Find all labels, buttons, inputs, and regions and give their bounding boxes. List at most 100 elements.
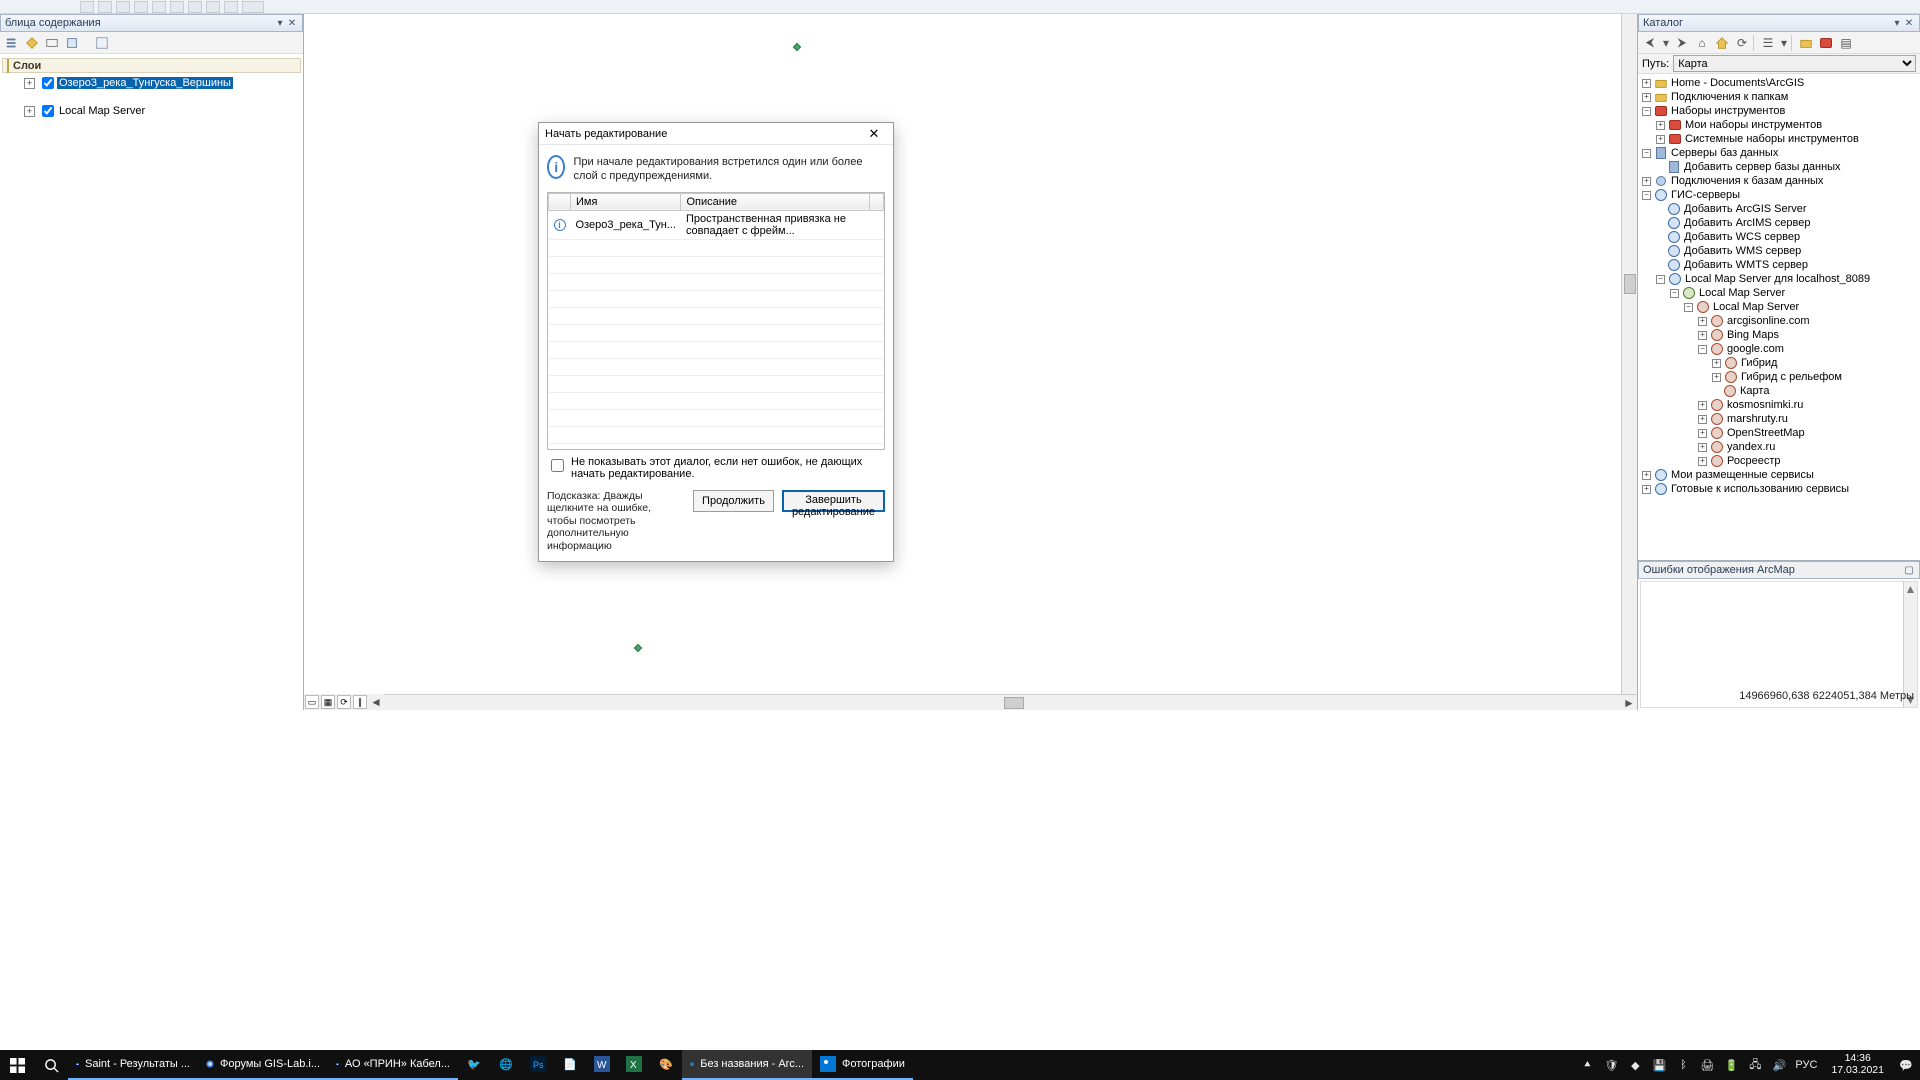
tray-lang[interactable]: РУС [1795,1057,1817,1073]
tray-save-icon[interactable]: 💾 [1651,1057,1667,1073]
task-notepad[interactable]: 📄 [554,1050,586,1080]
catalog-node-kosmosnimki[interactable]: +kosmosnimki.ru [1640,398,1918,412]
tray-volume-icon[interactable]: 🔊 [1771,1057,1787,1073]
connect-folder-icon[interactable] [1797,34,1815,52]
drawing-errors-body[interactable]: ▲ ▼ [1640,581,1918,708]
catalog-node-my-toolsets[interactable]: +Мои наборы инструментов [1640,118,1918,132]
catalog-node-bing[interactable]: +Bing Maps [1640,328,1918,342]
dialog-warning-grid[interactable]: Имя Описание i Озеро3_река_Тун... Простр… [547,192,885,450]
map-horizontal-scrollbar[interactable]: ▭ ▦ ⟳ ∥ ◄ ► [304,694,1637,710]
pause-button[interactable]: ∥ [353,695,367,709]
catalog-node-rosreestr[interactable]: +Росреестр [1640,454,1918,468]
catalog-node-sys-toolsets[interactable]: +Системные наборы инструментов [1640,132,1918,146]
toc-options-icon[interactable] [93,34,111,52]
tray-network-icon[interactable]: 🖧 [1747,1057,1763,1073]
catalog-node-arcgisonline[interactable]: +arcgisonline.com [1640,314,1918,328]
tray-printer-icon[interactable]: 🖨 [1699,1057,1715,1073]
refresh-icon[interactable]: ⟳ [1733,34,1751,52]
back-dropdown-icon[interactable]: ▾ [1661,34,1671,52]
drawing-errors-scrollbar[interactable]: ▲ ▼ [1903,582,1917,707]
task-app-2[interactable]: 🌐 [490,1050,522,1080]
forward-icon[interactable]: ⮞ [1673,34,1691,52]
dont-show-checkbox[interactable] [551,459,564,472]
search-button[interactable] [34,1050,68,1080]
task-paint[interactable]: 🎨 [650,1050,682,1080]
continue-button[interactable]: Продолжить [693,490,774,512]
task-chrome-gislab[interactable]: Форумы GIS-Lab.i... [198,1050,328,1080]
toc-pin-icon[interactable]: ▾ [274,17,286,29]
back-icon[interactable]: ⮜ [1641,34,1659,52]
col-description[interactable]: Описание [681,193,870,210]
scroll-right-icon[interactable]: ► [1621,696,1637,710]
task-chrome-prin[interactable]: АО «ПРИН» Кабел... [328,1050,458,1080]
list-view-icon[interactable]: ☰ [1759,34,1777,52]
catalog-node-toolsets[interactable]: −Наборы инструментов [1640,104,1918,118]
toc-layer-local-map[interactable]: + Local Map Server [2,103,301,119]
tray-up-icon[interactable]: ⯅ [1579,1057,1595,1073]
catalog-node-db-connections[interactable]: +Подключения к базам данных [1640,174,1918,188]
catalog-pin-icon[interactable]: ▾ [1891,17,1903,29]
tray-shield-icon[interactable]: 🛡 [1603,1057,1619,1073]
col-name[interactable]: Имя [571,193,681,210]
catalog-node-add-db-server[interactable]: Добавить сервер базы данных [1640,160,1918,174]
catalog-node-home[interactable]: +Home - Documents\ArcGIS [1640,76,1918,90]
task-photoshop[interactable]: Ps [522,1050,554,1080]
toc-layer-label[interactable]: Озеро3_река_Тунгуска_Вершины [57,77,233,89]
data-view-button[interactable]: ▭ [305,695,319,709]
toolbox-icon[interactable] [1817,34,1835,52]
toc-tree[interactable]: Слои + Озеро3_река_Тунгуска_Вершины + Lo… [0,54,303,710]
task-arcmap[interactable]: Без названия - Arc... [682,1050,812,1080]
toc-list-by-visibility-icon[interactable] [43,34,61,52]
stop-editing-button[interactable]: Завершить редактирование [782,490,885,512]
taskbar-clock[interactable]: 14:36 17.03.2021 [1825,1053,1890,1076]
map-vertical-scrollbar[interactable] [1621,14,1637,694]
toc-group-layers[interactable]: Слои [2,58,301,73]
map-view[interactable]: ▭ ▦ ⟳ ∥ ◄ ► [304,14,1637,710]
task-word[interactable]: W [586,1050,618,1080]
layout-view-button[interactable]: ▦ [321,695,335,709]
catalog-node-local-map-host[interactable]: −Local Map Server для localhost_8089 [1640,272,1918,286]
tray-bluetooth-icon[interactable]: ᛒ [1675,1057,1691,1073]
catalog-node-gis-servers[interactable]: −ГИС-серверы [1640,188,1918,202]
list-dropdown-icon[interactable]: ▾ [1779,34,1789,52]
drawing-errors-close-icon[interactable]: ▢ [1903,564,1915,576]
toc-list-by-source-icon[interactable] [23,34,41,52]
task-photos[interactable]: Фотографии [812,1050,913,1080]
catalog-node-ready-services[interactable]: +Готовые к использованию сервисы [1640,482,1918,496]
catalog-close-icon[interactable]: ✕ [1903,17,1915,29]
catalog-node-marshruty[interactable]: +marshruty.ru [1640,412,1918,426]
dialog-titlebar[interactable]: Начать редактирование ✕ [539,123,893,145]
toc-layer-label[interactable]: Local Map Server [57,105,147,117]
catalog-node-hybrid[interactable]: +Гибрид [1640,356,1918,370]
task-excel[interactable]: X [618,1050,650,1080]
toc-list-by-selection-icon[interactable] [63,34,81,52]
toc-list-by-drawing-order-icon[interactable] [3,34,21,52]
task-chrome-saint[interactable]: Saint - Результаты ... [68,1050,198,1080]
up-icon[interactable]: ⌂ [1693,34,1711,52]
layer-visibility-checkbox[interactable] [42,77,54,89]
system-tray[interactable]: ⯅ 🛡 ◆ 💾 ᛒ 🖨 🔋 🖧 🔊 РУС 14:36 17.03.2021 💬 [1573,1053,1920,1076]
catalog-tree[interactable]: +Home - Documents\ArcGIS +Подключения к … [1638,74,1920,560]
task-app-1[interactable]: 🐦 [458,1050,490,1080]
options-icon[interactable]: ▤ [1837,34,1855,52]
toc-layer-ozero[interactable]: + Озеро3_река_Тунгуска_Вершины [2,75,301,91]
warning-row[interactable]: i Озеро3_река_Тун... Пространственная пр… [549,210,884,239]
catalog-node-my-hosted[interactable]: +Мои размещенные сервисы [1640,468,1918,482]
taskbar[interactable]: Saint - Результаты ... Форумы GIS-Lab.i.… [0,1050,1920,1080]
dialog-close-icon[interactable]: ✕ [861,125,887,143]
catalog-node-db-servers[interactable]: −Серверы баз данных [1640,146,1918,160]
expand-icon[interactable]: + [24,78,35,89]
catalog-node-google[interactable]: −google.com [1640,342,1918,356]
layer-visibility-checkbox[interactable] [42,105,54,117]
catalog-node-hybrid-relief[interactable]: +Гибрид с рельефом [1640,370,1918,384]
tray-app-icon[interactable]: ◆ [1627,1057,1643,1073]
scroll-left-icon[interactable]: ◄ [368,695,384,709]
catalog-node-osm[interactable]: +OpenStreetMap [1640,426,1918,440]
catalog-node-add-arcims[interactable]: Добавить ArcIMS сервер [1640,216,1918,230]
toc-close-icon[interactable]: ✕ [286,17,298,29]
start-button[interactable] [0,1050,34,1080]
refresh-button[interactable]: ⟳ [337,695,351,709]
catalog-node-folder-connections[interactable]: +Подключения к папкам [1640,90,1918,104]
catalog-node-local-map-server[interactable]: −Local Map Server [1640,286,1918,300]
catalog-node-add-wmts[interactable]: Добавить WMTS сервер [1640,258,1918,272]
